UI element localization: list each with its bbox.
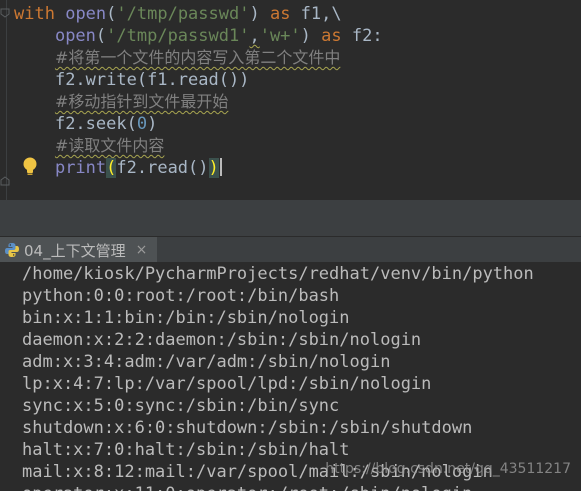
- console-line: shutdown:x:6:0:shutdown:/sbin:/sbin/shut…: [22, 418, 473, 438]
- code-editor[interactable]: with open('/tmp/passwd') as f1,\ open('/…: [0, 0, 581, 200]
- matched-paren: ): [208, 158, 219, 178]
- intention-bulb-icon[interactable]: [21, 156, 39, 176]
- console-line: python:0:0:root:/root:/bin/bash: [22, 286, 340, 306]
- paren: ): [300, 26, 322, 46]
- console-output[interactable]: /home/kiosk/PycharmProjects/redhat/venv/…: [0, 262, 581, 491]
- code-line-6[interactable]: f2.seek(0): [14, 113, 157, 135]
- watermark: https://blog.csdn.net/qq_43511217: [325, 461, 571, 477]
- paren: (: [95, 26, 107, 46]
- tab-label: 04_上下文管理: [24, 241, 126, 260]
- string-literal: 'w+': [259, 26, 301, 46]
- run-tool-window-header: 04_上下文管理 ×: [0, 236, 581, 263]
- comment: #移动指针到文件最开始: [54, 92, 229, 111]
- paren: ): [249, 4, 270, 24]
- code-line-7[interactable]: #读取文件内容: [14, 135, 164, 157]
- text-caret: [219, 158, 222, 176]
- console-line: adm:x:3:4:adm:/var/adm:/sbin/nologin: [22, 352, 391, 372]
- python-icon: [5, 243, 19, 257]
- keyword-as: as: [269, 4, 291, 24]
- keyword-as: as: [321, 26, 342, 46]
- builtin-open: open: [54, 26, 96, 46]
- console-line: lp:x:4:7:lp:/var/spool/lpd:/sbin/nologin: [22, 374, 432, 394]
- gutter: [6, 0, 7, 200]
- string-literal: '/tmp/passwd1': [106, 26, 250, 46]
- comma: ,: [249, 26, 260, 46]
- console-line: operator:x:11:0:operator:/root:/sbin/nol…: [22, 483, 472, 491]
- code-line-1[interactable]: with open('/tmp/passwd') as f1,\: [14, 3, 342, 25]
- console-line: halt:x:7:0:halt:/sbin:/sbin/halt: [22, 440, 350, 460]
- string-literal: '/tmp/passwd': [116, 4, 250, 24]
- code-text: f1,\: [290, 4, 342, 24]
- code-text: ): [147, 114, 158, 134]
- code-line-4[interactable]: f2.write(f1.read()): [14, 69, 249, 91]
- tab-run-config[interactable]: 04_上下文管理 ×: [0, 237, 158, 263]
- console-line: bin:x:1:1:bin:/bin:/sbin/nologin: [22, 308, 350, 328]
- code-text: f2:: [341, 26, 383, 46]
- builtin-open: open: [65, 4, 107, 24]
- code-text: f2.write(f1.read()): [54, 70, 250, 90]
- matched-paren: (: [106, 158, 117, 178]
- fold-start-icon[interactable]: [0, 8, 10, 18]
- console-line: sync:x:5:0:sync:/sbin:/bin/sync: [22, 396, 340, 416]
- code-line-3[interactable]: #将第一个文件的内容写入第二个文件中: [14, 47, 340, 69]
- code-line-2[interactable]: open('/tmp/passwd1','w+') as f2:: [14, 25, 383, 47]
- keyword-with: with: [14, 4, 55, 24]
- code-text: f2.read(): [116, 158, 209, 178]
- builtin-print: print: [54, 158, 107, 178]
- code-text: f2.seek(: [54, 114, 137, 134]
- comment: #将第一个文件的内容写入第二个文件中: [54, 48, 341, 67]
- code-line-5[interactable]: #移动指针到文件最开始: [14, 91, 228, 113]
- number-literal: 0: [136, 114, 148, 134]
- paren: (: [106, 4, 117, 24]
- console-line: /home/kiosk/PycharmProjects/redhat/venv/…: [22, 264, 534, 284]
- fold-end-icon[interactable]: [0, 176, 10, 186]
- close-icon[interactable]: ×: [136, 242, 148, 258]
- console-line: daemon:x:2:2:daemon:/sbin:/sbin/nologin: [22, 330, 422, 350]
- comment: #读取文件内容: [54, 136, 165, 155]
- code-line-8[interactable]: print(f2.read()): [14, 157, 222, 179]
- panel-divider[interactable]: [0, 200, 581, 236]
